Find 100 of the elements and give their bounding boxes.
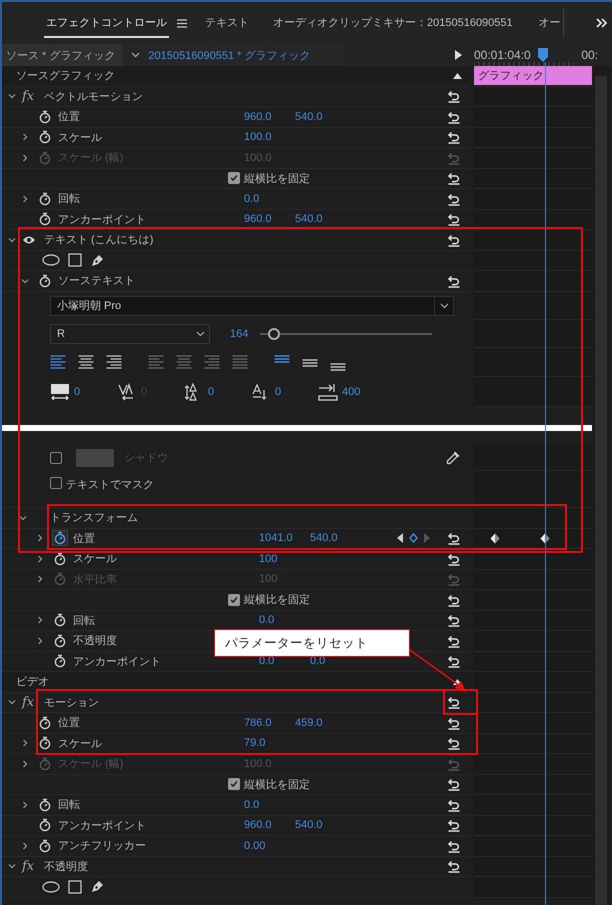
param-value[interactable]: 786.0	[244, 716, 295, 729]
metric-value[interactable]: 0	[74, 386, 80, 398]
metric-value[interactable]: 400	[342, 386, 360, 398]
previous-keyframe-icon[interactable]	[397, 533, 403, 544]
metric-value[interactable]: 0	[208, 386, 214, 398]
param-value[interactable]: 0.0	[244, 192, 295, 205]
stopwatch-icon[interactable]	[38, 130, 52, 144]
param-value[interactable]: 540.0	[295, 819, 346, 832]
chevron-right-icon[interactable]	[21, 133, 29, 142]
checkbox[interactable]	[50, 452, 62, 464]
chevron-right-icon[interactable]	[36, 636, 44, 645]
param-value[interactable]: 1041.0	[259, 532, 310, 544]
panel-tab[interactable]: オーディオクリップミキサー：20150516090551	[271, 8, 515, 38]
chevron-right-icon[interactable]	[36, 616, 44, 624]
param-value[interactable]: 100.0	[244, 131, 295, 144]
color-swatch[interactable]	[76, 448, 114, 466]
overflow-chevrons-icon[interactable]	[596, 18, 608, 28]
stopwatch-icon[interactable]	[38, 798, 52, 812]
master-clip-label[interactable]: ソース * グラフィック	[2, 44, 124, 66]
stopwatch-icon[interactable]	[53, 613, 67, 628]
chevron-down-icon[interactable]	[8, 236, 16, 244]
chevron-down-icon[interactable]	[8, 862, 16, 870]
font-size-value[interactable]: 164	[230, 328, 248, 340]
chevron-down-icon[interactable]	[19, 514, 27, 522]
param-value[interactable]: 459.0	[295, 716, 346, 729]
ellipse-tool-icon[interactable]	[42, 254, 60, 266]
reset-button[interactable]	[446, 735, 462, 752]
stopwatch-icon[interactable]	[38, 110, 52, 124]
rectangle-tool-icon[interactable]	[68, 253, 82, 268]
play-icon[interactable]	[455, 50, 462, 60]
fx-badge[interactable]: fx	[22, 88, 36, 104]
justify-icon[interactable]	[232, 354, 248, 370]
chevron-right-icon[interactable]	[21, 800, 29, 809]
param-value[interactable]: 960.0	[244, 110, 295, 123]
chevron-right-icon[interactable]	[21, 194, 29, 203]
stopwatch-icon[interactable]	[38, 212, 52, 226]
reset-button[interactable]	[446, 211, 462, 228]
pen-tool-icon[interactable]	[90, 252, 105, 268]
reset-button[interactable]	[446, 612, 462, 628]
playhead-icon[interactable]	[538, 48, 548, 62]
eye-icon[interactable]	[22, 234, 36, 245]
slider-thumb[interactable]	[268, 328, 280, 340]
checkbox[interactable]	[50, 477, 62, 489]
checkbox[interactable]	[228, 172, 240, 184]
checkbox[interactable]	[228, 778, 240, 790]
justify-icon[interactable]	[204, 354, 220, 370]
reset-button[interactable]	[446, 88, 462, 104]
align-left-icon[interactable]	[50, 354, 66, 370]
justify-icon[interactable]	[176, 354, 192, 370]
param-value[interactable]: 79.0	[244, 737, 295, 750]
stopwatch-icon[interactable]	[38, 736, 52, 750]
timeline-clip[interactable]: グラフィック	[474, 66, 592, 84]
chevron-down-icon[interactable]	[8, 698, 16, 706]
chevron-right-icon[interactable]	[36, 554, 44, 563]
panel-tab[interactable]: テキスト	[203, 8, 251, 38]
font-style-dropdown[interactable]: R	[50, 324, 210, 344]
param-value[interactable]: 0.00	[244, 840, 295, 852]
stopwatch-icon[interactable]	[38, 838, 52, 853]
stopwatch-icon[interactable]	[53, 654, 67, 668]
param-value[interactable]: 540.0	[295, 213, 346, 226]
panel-tab[interactable]: オー	[536, 8, 564, 38]
chevron-right-icon[interactable]	[21, 842, 29, 850]
reset-button[interactable]	[446, 776, 462, 792]
align-right-icon[interactable]	[106, 354, 122, 370]
reset-button[interactable]	[446, 694, 462, 710]
param-value[interactable]: 100	[259, 552, 310, 565]
reset-button[interactable]	[446, 858, 462, 874]
stopwatch-icon[interactable]	[38, 274, 52, 288]
align-center-icon[interactable]	[78, 354, 94, 370]
stopwatch-icon[interactable]	[53, 531, 67, 546]
reset-button[interactable]	[446, 653, 462, 670]
fx-badge[interactable]: fx	[22, 694, 36, 710]
menu-icon[interactable]	[177, 18, 187, 28]
reset-button[interactable]	[446, 170, 462, 186]
chevron-right-icon[interactable]	[36, 534, 44, 542]
keyframe-icon[interactable]	[490, 532, 500, 544]
reset-button[interactable]	[446, 129, 462, 146]
panel-tab[interactable]: エフェクトコントロール	[44, 8, 169, 38]
fx-badge[interactable]: fx	[22, 858, 36, 874]
chevron-right-icon[interactable]	[21, 739, 29, 748]
stopwatch-icon[interactable]	[53, 634, 67, 648]
stopwatch-icon[interactable]	[38, 818, 52, 832]
param-value[interactable]: 540.0	[295, 110, 346, 123]
reset-button[interactable]	[446, 817, 462, 834]
rectangle-tool-icon[interactable]	[68, 880, 82, 894]
metric-value[interactable]: 0	[275, 386, 282, 398]
ellipse-tool-icon[interactable]	[42, 880, 60, 893]
param-value[interactable]: 960.0	[244, 213, 295, 226]
param-value[interactable]: 0.0	[259, 614, 310, 626]
chevron-down-icon[interactable]	[21, 276, 29, 285]
reset-button[interactable]	[446, 530, 462, 546]
font-dropdown[interactable]: 小塚明朝 Pro	[50, 296, 454, 316]
param-value[interactable]: 960.0	[244, 819, 295, 832]
collapse-icon[interactable]	[453, 72, 462, 79]
eyedropper-icon[interactable]	[446, 450, 460, 464]
justify-icon[interactable]	[148, 354, 164, 370]
stopwatch-icon[interactable]	[38, 192, 52, 206]
add-keyframe-icon[interactable]	[409, 533, 418, 544]
checkbox[interactable]	[228, 594, 240, 606]
stopwatch-icon[interactable]	[53, 552, 67, 566]
